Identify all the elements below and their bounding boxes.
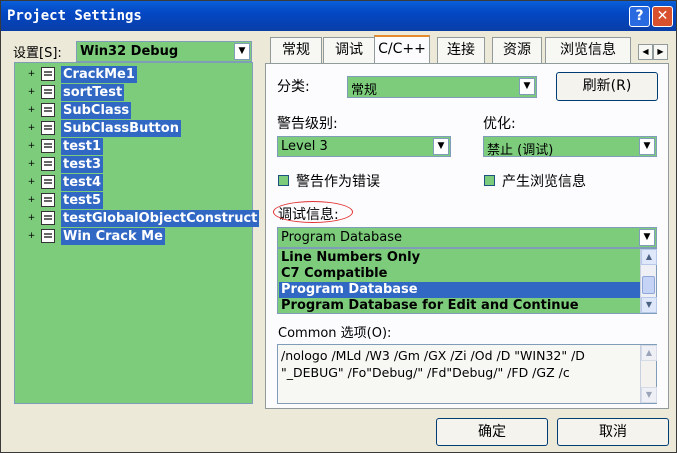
project-icon (41, 139, 55, 153)
reset-button[interactable]: 刷新(R) (556, 72, 658, 101)
chevron-down-icon[interactable]: ▼ (519, 78, 535, 95)
tree-item-label: test1 (61, 138, 104, 155)
expand-icon[interactable]: + (27, 178, 36, 187)
warning-level-combo[interactable]: Level 3 ▼ (277, 136, 451, 157)
tree-item-label: testGlobalObjectConstruct (61, 210, 260, 227)
project-icon (41, 229, 55, 243)
tab-1[interactable]: 调试 (323, 37, 375, 63)
tree-item-label: CrackMe1 (61, 66, 137, 83)
chevron-down-icon[interactable]: ▼ (433, 138, 449, 155)
tab-scroll-left-icon[interactable]: ◀ (638, 44, 653, 60)
tab-3[interactable]: 连接 (437, 37, 485, 63)
expand-icon[interactable]: + (27, 70, 36, 79)
chevron-down-icon[interactable]: ▼ (639, 229, 655, 246)
tab-5[interactable]: 浏览信息 (545, 37, 631, 63)
project-icon (41, 211, 55, 225)
chevron-down-icon[interactable]: ▼ (639, 138, 655, 155)
category-label: 分类: (277, 79, 310, 95)
cancel-button[interactable]: 取消 (557, 418, 669, 446)
list-item[interactable]: Program Database for Edit and Continue (279, 298, 641, 314)
warning-level-label: 警告级别: (277, 116, 338, 132)
list-item[interactable]: C7 Compatible (279, 266, 641, 282)
annotation-circle (273, 201, 353, 223)
optimization-value: 禁止 (调试) (487, 143, 554, 158)
optimization-label: 优化: (483, 116, 516, 132)
config-combo[interactable]: Win32 Debug ▼ (76, 41, 252, 62)
expand-icon[interactable]: + (27, 106, 36, 115)
list-item[interactable]: Line Numbers Only (279, 250, 641, 266)
expand-icon[interactable]: + (27, 124, 36, 133)
common-options-textarea[interactable]: /nologo /MLd /W3 /Gm /GX /Zi /Od /D "WIN… (277, 344, 657, 404)
debug-info-list[interactable]: Program Database for Edit and Continue Pr… (277, 248, 657, 314)
expand-icon[interactable]: + (27, 88, 36, 97)
scroll-down-icon[interactable]: ▼ (641, 297, 657, 313)
ok-button[interactable]: 确定 (436, 418, 548, 446)
warning-level-value: Level 3 (281, 139, 328, 154)
project-icon (41, 67, 55, 81)
list-item[interactable]: Program Database (279, 282, 641, 298)
scroll-down-icon[interactable]: ▼ (641, 387, 657, 403)
project-tree[interactable]: + CrackMe1 + sortTest + SubClass + SubClassButt… (14, 62, 260, 404)
config-value: Win32 Debug (80, 44, 179, 59)
tree-item-label: test3 (61, 156, 104, 173)
browse-info-label: 产生浏览信息 (502, 174, 586, 190)
tab-2[interactable]: C/C++ (374, 35, 430, 64)
help-button[interactable]: ? (629, 6, 650, 27)
project-icon (41, 85, 55, 99)
chevron-down-icon[interactable]: ▼ (234, 43, 250, 60)
tree-item-label: SubClassButton (61, 120, 181, 137)
project-icon (41, 103, 55, 117)
common-options-text: /nologo /MLd /W3 /Gm /GX /Zi /Od /D "WIN… (281, 348, 585, 380)
tree-item-label: test5 (61, 192, 104, 209)
debug-info-combo[interactable]: Program Database ▼ (277, 227, 657, 248)
browse-info-checkbox[interactable] (484, 175, 495, 186)
tree-item-label: Win Crack Me (61, 228, 165, 245)
textarea-scrollbar[interactable]: ▲ ▼ (640, 345, 657, 403)
scroll-up-icon[interactable]: ▲ (641, 345, 657, 361)
optimization-combo[interactable]: 禁止 (调试) ▼ (483, 136, 657, 158)
expand-icon[interactable]: + (27, 214, 36, 223)
project-icon (41, 175, 55, 189)
warnings-as-errors-checkbox[interactable] (278, 175, 289, 186)
tab-scroll: ◀ ▶ (638, 44, 668, 60)
tree-item-label: SubClass (61, 102, 132, 119)
tree-item-label: test4 (61, 174, 104, 191)
tab-0[interactable]: 常规 (270, 37, 322, 63)
category-combo[interactable]: 常规 ▼ (347, 76, 537, 98)
scroll-up-icon[interactable]: ▲ (641, 249, 657, 265)
window-title: Project Settings (7, 8, 142, 24)
expand-icon[interactable]: + (27, 142, 36, 151)
project-icon (41, 121, 55, 135)
common-options-label: Common 选项(O): (278, 326, 392, 341)
tab-4[interactable]: 资源 (492, 37, 542, 63)
expand-icon[interactable]: + (27, 232, 36, 241)
expand-icon[interactable]: + (27, 160, 36, 169)
tab-scroll-right-icon[interactable]: ▶ (653, 44, 668, 60)
debug-info-value: Program Database (281, 230, 403, 245)
title-bar[interactable]: Project Settings ? ✕ (1, 1, 676, 31)
project-icon (41, 193, 55, 207)
project-settings-window: Project Settings ? ✕ 设置[S]: Win32 Debug … (0, 0, 677, 453)
project-icon (41, 157, 55, 171)
tree-item-label: sortTest (61, 84, 125, 101)
settings-label: 设置[S]: (13, 46, 62, 61)
category-value: 常规 (351, 83, 378, 98)
list-scrollbar[interactable]: ▲ ▼ (640, 249, 657, 313)
warnings-as-errors-label: 警告作为错误 (296, 174, 380, 190)
scroll-thumb[interactable] (642, 276, 655, 294)
expand-icon[interactable]: + (27, 196, 36, 205)
close-button[interactable]: ✕ (652, 6, 673, 27)
